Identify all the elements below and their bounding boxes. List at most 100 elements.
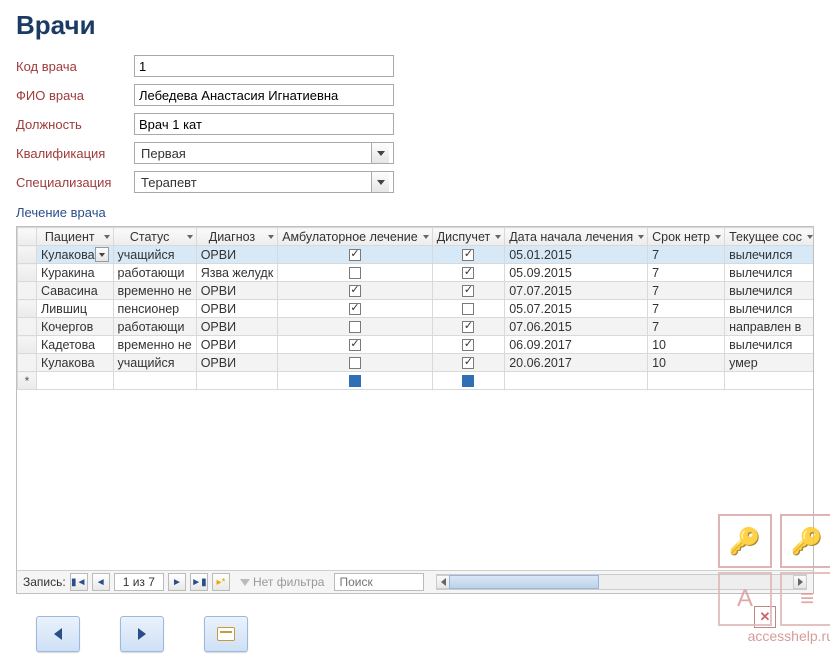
row-selector[interactable] [18, 264, 37, 282]
treatments-grid[interactable]: Пациент Статус Диагноз Амбулаторное лече… [16, 226, 814, 594]
cell-diag[interactable]: ОРВИ [196, 354, 277, 372]
code-field[interactable] [134, 55, 394, 77]
cell-date[interactable]: 20.06.2017 [505, 354, 648, 372]
cell-date[interactable]: 05.09.2015 [505, 264, 648, 282]
cell-days[interactable]: 7 [648, 300, 725, 318]
cell-status[interactable]: работающи [113, 318, 196, 336]
cell-patient[interactable]: Кадетова [37, 336, 114, 354]
cell-disp[interactable] [432, 264, 505, 282]
scroll-left-icon[interactable] [436, 575, 450, 589]
cell-date[interactable]: 07.07.2015 [505, 282, 648, 300]
cell-state[interactable]: вылечился [725, 282, 813, 300]
table-row[interactable]: КулаковаучащийсяОРВИ05.01.20157вылечился [18, 246, 814, 264]
col-status[interactable]: Статус [113, 228, 196, 246]
row-selector[interactable] [18, 336, 37, 354]
cell-patient[interactable]: Куракина [37, 264, 114, 282]
scroll-thumb[interactable] [449, 575, 599, 589]
cell-diag[interactable]: ОРВИ [196, 336, 277, 354]
cell-date[interactable]: 07.06.2015 [505, 318, 648, 336]
cell-amb[interactable] [278, 354, 433, 372]
spec-combo[interactable]: Терапевт [134, 171, 394, 193]
prev-record-button[interactable] [36, 616, 80, 652]
search-input[interactable] [334, 573, 424, 591]
cell-state[interactable]: вылечился [725, 300, 813, 318]
cell-state[interactable]: вылечился [725, 336, 813, 354]
col-patient[interactable]: Пациент [37, 228, 114, 246]
cell-days[interactable]: 7 [648, 318, 725, 336]
new-row[interactable]: * [18, 372, 814, 390]
table-row[interactable]: Савасинавременно неОРВИ 07.07.20157вылечи… [18, 282, 814, 300]
cell-diag[interactable]: ОРВИ [196, 318, 277, 336]
col-disp[interactable]: Диспучет [432, 228, 505, 246]
row-selector[interactable] [18, 300, 37, 318]
col-state[interactable]: Текущее сос [725, 228, 813, 246]
nav-counter[interactable]: 1 из 7 [114, 573, 164, 591]
nav-new-button[interactable]: ▸* [212, 573, 230, 591]
cell-disp[interactable] [432, 354, 505, 372]
cell-days[interactable]: 7 [648, 282, 725, 300]
name-field[interactable] [134, 84, 394, 106]
cell-date[interactable]: 05.01.2015 [505, 246, 648, 264]
cell-status[interactable]: временно не [113, 336, 196, 354]
cell-patient[interactable]: Кочергов [37, 318, 114, 336]
cell-days[interactable]: 7 [648, 264, 725, 282]
cell-date[interactable]: 06.09.2017 [505, 336, 648, 354]
cell-days[interactable]: 10 [648, 336, 725, 354]
cell-patient[interactable]: Лившиц [37, 300, 114, 318]
cell-state[interactable]: вылечился [725, 246, 813, 264]
cell-days[interactable]: 7 [648, 246, 725, 264]
cell-diag[interactable]: ОРВИ [196, 282, 277, 300]
card-view-button[interactable] [204, 616, 248, 652]
row-selector[interactable] [18, 354, 37, 372]
cell-days[interactable]: 10 [648, 354, 725, 372]
cell-diag[interactable]: Язва желудк [196, 264, 277, 282]
row-selector[interactable] [18, 282, 37, 300]
row-selector[interactable] [18, 318, 37, 336]
cell-patient[interactable]: Кулакова [37, 354, 114, 372]
cell-state[interactable]: вылечился [725, 264, 813, 282]
cell-amb[interactable] [278, 264, 433, 282]
table-row[interactable]: Кадетовавременно неОРВИ 06.09.201710вылеч… [18, 336, 814, 354]
cell-patient[interactable]: Савасина [37, 282, 114, 300]
position-field[interactable] [134, 113, 394, 135]
cell-status[interactable]: учащийся [113, 354, 196, 372]
cell-status[interactable]: пенсионер [113, 300, 196, 318]
nav-next-button[interactable]: ► [168, 573, 186, 591]
cell-disp[interactable] [432, 246, 505, 264]
cell-amb[interactable] [278, 300, 433, 318]
table-row[interactable]: КуракинаработающиЯзва желудк 05.09.20157в… [18, 264, 814, 282]
table-row[interactable]: КулаковаучащийсяОРВИ20.06.201710умер [18, 354, 814, 372]
cell-amb[interactable] [278, 246, 433, 264]
next-record-button[interactable] [120, 616, 164, 652]
chevron-down-icon[interactable] [371, 172, 389, 192]
qual-combo[interactable]: Первая [134, 142, 394, 164]
row-selector[interactable]: * [18, 372, 37, 390]
table-row[interactable]: КочерговработающиОРВИ 07.06.20157направле… [18, 318, 814, 336]
horizontal-scrollbar[interactable] [436, 574, 807, 590]
cell-state[interactable]: направлен в [725, 318, 813, 336]
cell-disp[interactable] [432, 336, 505, 354]
cell-amb[interactable] [278, 318, 433, 336]
cell-diag[interactable]: ОРВИ [196, 246, 277, 264]
cell-diag[interactable]: ОРВИ [196, 300, 277, 318]
row-selector[interactable] [18, 246, 37, 264]
chevron-down-icon[interactable] [95, 247, 109, 262]
filter-indicator[interactable]: Нет фильтра [234, 575, 331, 589]
close-button[interactable] [754, 606, 776, 628]
cell-patient[interactable]: Кулакова [37, 246, 114, 264]
cell-status[interactable]: временно не [113, 282, 196, 300]
cell-disp[interactable] [432, 300, 505, 318]
chevron-down-icon[interactable] [371, 143, 389, 163]
col-diag[interactable]: Диагноз [196, 228, 277, 246]
cell-status[interactable]: работающи [113, 264, 196, 282]
col-date[interactable]: Дата начала лечения [505, 228, 648, 246]
scroll-right-icon[interactable] [793, 575, 807, 589]
nav-first-button[interactable]: ▮◄ [70, 573, 88, 591]
col-days[interactable]: Срок нетр [648, 228, 725, 246]
nav-prev-button[interactable]: ◄ [92, 573, 110, 591]
cell-date[interactable]: 05.07.2015 [505, 300, 648, 318]
nav-last-button[interactable]: ►▮ [190, 573, 208, 591]
cell-disp[interactable] [432, 282, 505, 300]
col-amb[interactable]: Амбулаторное лечение [278, 228, 433, 246]
cell-amb[interactable] [278, 282, 433, 300]
